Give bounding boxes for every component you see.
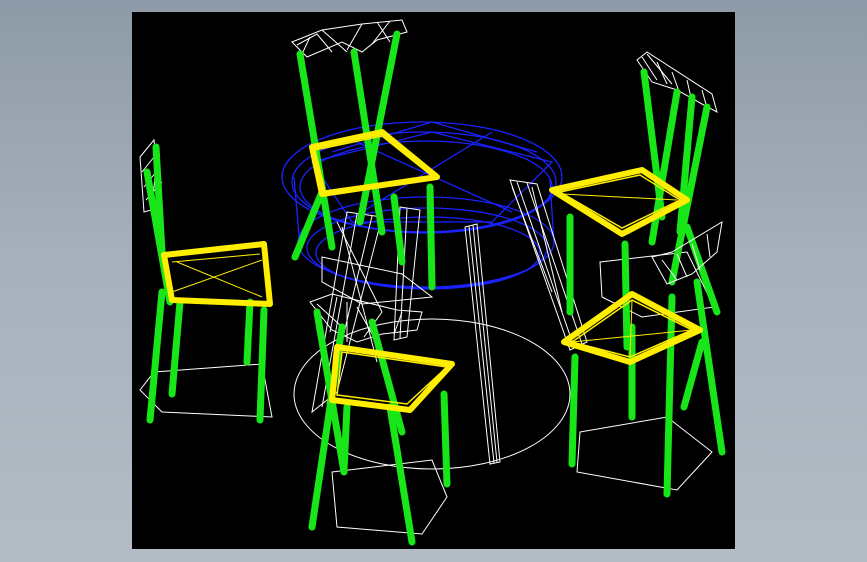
chair-shadow xyxy=(576,416,713,491)
chair-legs xyxy=(308,308,451,546)
chair-left xyxy=(139,138,273,424)
chair-legs xyxy=(568,278,726,498)
chair-shadow xyxy=(331,459,448,535)
chair-backrest xyxy=(291,19,408,58)
cad-viewport[interactable] xyxy=(132,12,735,549)
chair-shadow xyxy=(321,256,434,305)
chair-front-center xyxy=(308,293,455,546)
chair-right-front xyxy=(561,221,726,498)
chair-legs xyxy=(143,143,268,424)
chair-right-back xyxy=(549,51,721,351)
cad-drawing xyxy=(139,19,726,546)
seat-frame xyxy=(161,241,273,307)
chair-shadow xyxy=(139,363,273,418)
